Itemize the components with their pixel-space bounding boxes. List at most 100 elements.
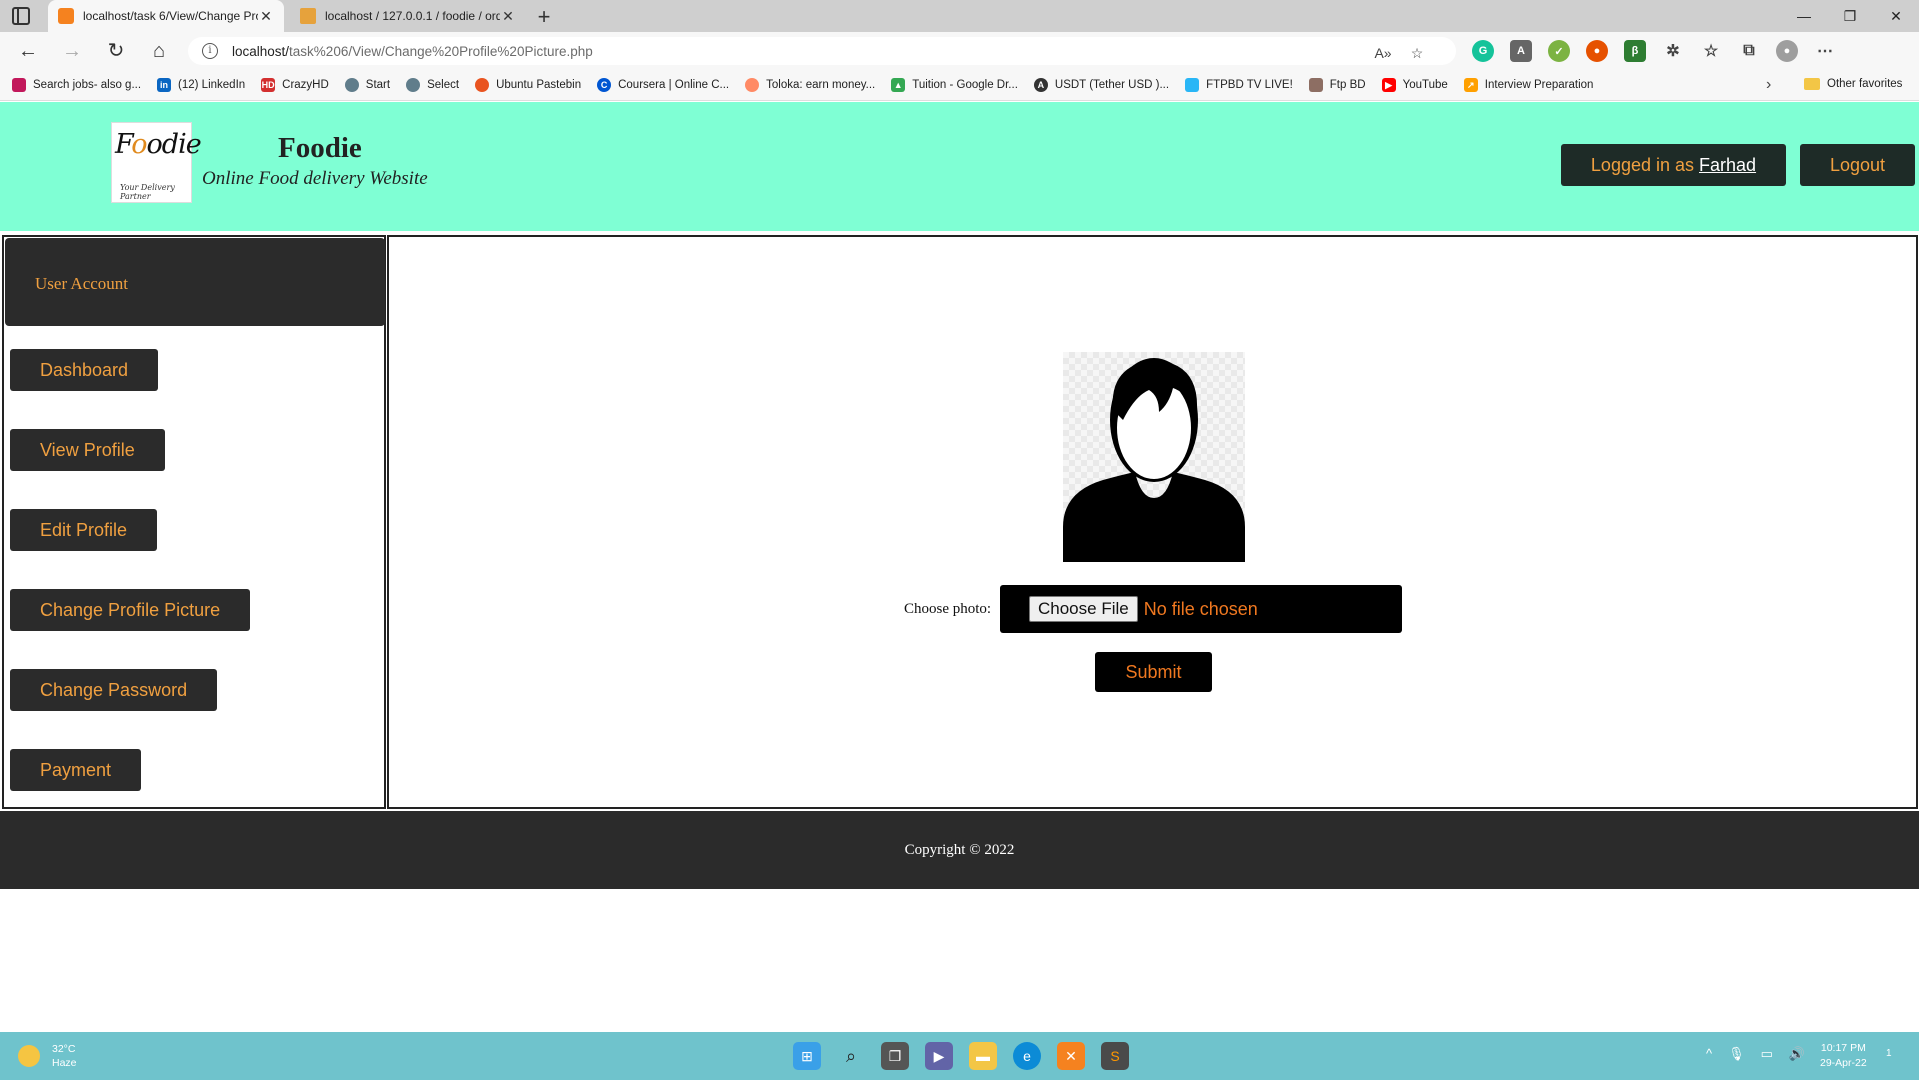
logout-button[interactable]: Logout: [1800, 144, 1915, 186]
submit-button[interactable]: Submit: [1095, 652, 1212, 692]
restore-icon[interactable]: ❐: [1827, 0, 1873, 32]
ftp-bd-icon: [1308, 78, 1323, 92]
bookmark-select[interactable]: Select: [406, 78, 459, 92]
search-icon[interactable]: ⌕: [837, 1042, 865, 1070]
volume-icon[interactable]: 🔊: [1789, 1046, 1805, 1062]
minimize-icon[interactable]: —: [1781, 0, 1827, 32]
notification-count[interactable]: 1: [1886, 1048, 1892, 1059]
bookmark-crazyhd[interactable]: HD CrazyHD: [261, 78, 329, 92]
refresh-icon[interactable]: ↻: [104, 40, 128, 62]
bookmark-ubuntu-pastebin[interactable]: Ubuntu Pastebin: [475, 78, 581, 92]
bookmark-interview-preparation[interactable]: ↗ Interview Preparation: [1463, 78, 1594, 92]
extension-dark-icon[interactable]: ●: [1586, 40, 1608, 62]
weather-haze-icon: [18, 1045, 40, 1067]
sublime-text-icon[interactable]: S: [1101, 1042, 1129, 1070]
taskbar-clock[interactable]: 10:17 PM 29-Apr-22: [1820, 1041, 1867, 1071]
bookmark-usdt[interactable]: A USDT (Tether USD )...: [1033, 78, 1169, 92]
file-input[interactable]: Choose File No file chosen: [1000, 585, 1402, 633]
sidebar-item-dashboard[interactable]: Dashboard: [10, 349, 159, 391]
profile-avatar-image: [1063, 352, 1245, 562]
main-content: Choose photo: Choose File No file chosen…: [387, 235, 1918, 809]
other-favorites-label: Other favorites: [1827, 78, 1903, 90]
extension-check-icon[interactable]: ✓: [1548, 40, 1570, 62]
site-title: Foodie: [278, 132, 362, 164]
tab-title: localhost / 127.0.0.1 / foodie / orders: [325, 9, 500, 23]
xampp-icon[interactable]: ✕: [1057, 1042, 1085, 1070]
copyright-text: Copyright © 2022: [904, 841, 1015, 858]
bookmark-ftpbd-tv[interactable]: FTPBD TV LIVE!: [1185, 78, 1293, 92]
bookmark-linkedin[interactable]: in (12) LinkedIn: [157, 78, 245, 92]
linkedin-icon: in: [157, 78, 172, 92]
favorites-icon[interactable]: ☆: [1700, 40, 1722, 62]
file-explorer-icon[interactable]: ▬: [969, 1042, 997, 1070]
extension-beta-icon[interactable]: β: [1624, 40, 1646, 62]
edge-browser-icon[interactable]: e: [1013, 1042, 1041, 1070]
folder-icon: [1804, 78, 1820, 90]
url-host: localhost/: [232, 43, 290, 59]
microphone-icon[interactable]: 🎙: [1728, 1046, 1745, 1062]
back-icon[interactable]: ←: [16, 40, 40, 62]
network-icon[interactable]: ▭: [1761, 1046, 1773, 1062]
url-bar[interactable]: i localhost/task%206/View/Change%20Profi…: [188, 37, 1456, 65]
bookmark-search-jobs[interactable]: Search jobs- also g...: [12, 78, 141, 92]
foodie-logo[interactable]: Foodie Your Delivery Partner: [111, 122, 202, 203]
sidebar-item-payment[interactable]: Payment: [10, 749, 142, 791]
show-hidden-icons-icon[interactable]: ^: [1706, 1046, 1712, 1062]
close-tab-icon[interactable]: ✕: [500, 8, 516, 25]
tab-change-profile-picture[interactable]: localhost/task 6/View/Change Profile Pic…: [48, 0, 284, 32]
weather-widget[interactable]: 32°C Haze: [18, 1042, 77, 1070]
bookmark-label: Interview Preparation: [1484, 79, 1594, 91]
home-icon[interactable]: ⌂: [147, 40, 171, 62]
bookmark-toloka[interactable]: Toloka: earn money...: [745, 78, 875, 92]
bookmark-ftp-bd[interactable]: Ftp BD: [1308, 78, 1366, 92]
new-tab-icon[interactable]: +: [532, 4, 556, 30]
tab-phpmyadmin[interactable]: localhost / 127.0.0.1 / foodie / orders …: [290, 0, 526, 32]
bookmark-google-drive[interactable]: ▲ Tuition - Google Dr...: [891, 78, 1018, 92]
username-link[interactable]: Farhad: [1699, 155, 1756, 176]
sidebar-item-edit-profile[interactable]: Edit Profile: [10, 509, 158, 551]
collections-icon[interactable]: ⧉: [1738, 40, 1760, 62]
extensions-icon[interactable]: ✲: [1662, 40, 1684, 62]
forward-icon[interactable]: →: [60, 40, 84, 62]
site-info-icon[interactable]: i: [202, 43, 218, 59]
tab-actions-icon[interactable]: [12, 7, 30, 25]
close-tab-icon[interactable]: ✕: [258, 8, 274, 25]
sidebar: User Account Dashboard View Profile Edit…: [2, 235, 386, 809]
bookmark-start[interactable]: Start: [344, 78, 390, 92]
sidebar-item-view-profile[interactable]: View Profile: [10, 429, 165, 471]
usdt-icon: A: [1033, 78, 1048, 92]
more-menu-icon[interactable]: ⋯: [1814, 40, 1836, 62]
extension-a-icon[interactable]: A: [1510, 40, 1532, 62]
task-view-icon[interactable]: ❐: [881, 1042, 909, 1070]
add-favorite-icon[interactable]: ☆: [1406, 43, 1428, 63]
read-aloud-icon[interactable]: A»: [1372, 43, 1394, 63]
clock-date: 29-Apr-22: [1820, 1057, 1867, 1069]
bookmark-label: Search jobs- also g...: [33, 79, 142, 91]
weather-condition: Haze: [52, 1057, 77, 1069]
crazyhd-icon: HD: [261, 78, 276, 92]
more-bookmarks-icon[interactable]: ›: [1766, 76, 1771, 94]
site-subtitle: Online Food delivery Website: [202, 168, 428, 189]
interview-prep-icon: ↗: [1463, 78, 1478, 92]
sidebar-item-change-password[interactable]: Change Password: [10, 669, 218, 711]
no-file-chosen-text: No file chosen: [1143, 598, 1258, 619]
windows-start-icon[interactable]: ⊞: [793, 1042, 821, 1070]
phpmyadmin-favicon-icon: [300, 8, 316, 24]
bookmark-coursera[interactable]: C Coursera | Online C...: [597, 78, 729, 92]
tab-title: localhost/task 6/View/Change Profile Pic…: [83, 9, 258, 23]
browser-tab-bar: localhost/task 6/View/Change Profile Pic…: [0, 0, 1919, 32]
logo-wordmark: Foodie: [115, 129, 202, 160]
grammarly-icon[interactable]: G: [1472, 40, 1494, 62]
other-favorites-folder[interactable]: Other favorites: [1804, 78, 1902, 90]
xampp-favicon-icon: [58, 8, 74, 24]
sidebar-item-change-profile-picture[interactable]: Change Profile Picture: [10, 589, 251, 631]
bookmark-label: Ubuntu Pastebin: [496, 79, 582, 91]
teams-chat-icon[interactable]: ▶: [925, 1042, 953, 1070]
profile-avatar-icon[interactable]: ●: [1776, 40, 1798, 62]
extension-icons: G A ✓ ● β ✲ ☆ ⧉ ● ⋯: [1472, 40, 1836, 62]
youtube-icon: ▶: [1381, 78, 1396, 92]
coursera-icon: C: [597, 78, 612, 92]
choose-file-button[interactable]: Choose File: [1029, 596, 1138, 622]
bookmark-youtube[interactable]: ▶ YouTube: [1381, 78, 1448, 92]
close-window-icon[interactable]: ✕: [1873, 0, 1919, 32]
